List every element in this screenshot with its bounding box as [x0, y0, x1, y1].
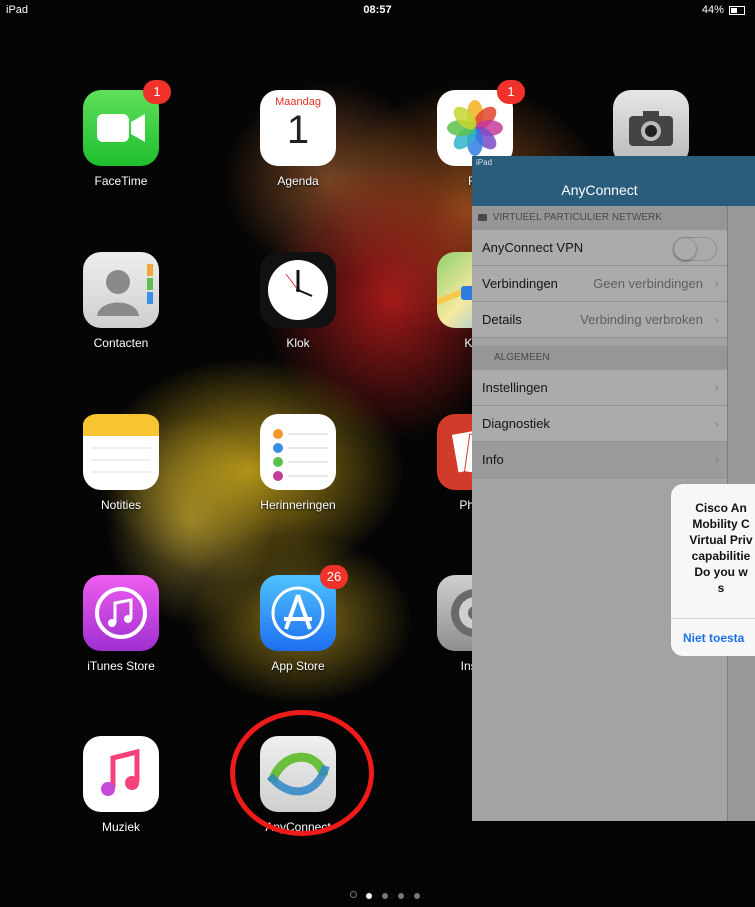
app-label: Herinneringen: [260, 498, 336, 512]
app-music[interactable]: Muziek: [66, 736, 176, 834]
app-label: Contacten: [93, 336, 149, 350]
panel-title: AnyConnect: [561, 182, 638, 198]
alert-line: Cisco An: [695, 501, 747, 515]
calendar-icon: Maandag 1: [260, 90, 336, 166]
app-label: iTunes Store: [87, 659, 155, 673]
app-label: App Store: [271, 659, 325, 673]
app-label: Klok: [286, 336, 310, 350]
battery-icon: [729, 5, 745, 15]
notification-badge: 1: [143, 80, 171, 104]
app-reminders[interactable]: Herinneringen: [243, 414, 353, 512]
facetime-icon: 1: [83, 80, 171, 166]
spotlight-search-icon: [350, 891, 357, 898]
app-app-store[interactable]: 26 App Store: [243, 565, 353, 673]
panel-header: iPad AnyConnect: [472, 156, 755, 206]
battery-percentage: 44%: [701, 4, 724, 16]
notes-icon: [83, 414, 159, 490]
alert-line: Mobility C: [692, 517, 750, 531]
page-indicator[interactable]: [350, 890, 430, 902]
page-dot: [414, 893, 420, 899]
app-store-icon: 26: [260, 565, 348, 651]
app-camera[interactable]: [596, 90, 706, 166]
app-itunes-store[interactable]: iTunes Store: [66, 575, 176, 673]
app-label: Agenda: [277, 174, 319, 188]
itunes-store-icon: [83, 575, 159, 651]
alert-line: Virtual Priv: [689, 533, 753, 547]
app-agenda[interactable]: Maandag 1 Agenda: [243, 90, 353, 188]
alert-line: capabilitie: [691, 549, 751, 563]
app-notes[interactable]: Notities: [66, 414, 176, 512]
alert-line: s: [717, 581, 725, 595]
alert-message: Cisco An Mobility C Virtual Priv capabil…: [671, 484, 755, 596]
reminders-icon: [260, 414, 336, 490]
alert-line: Do you w: [694, 565, 748, 579]
status-bar: iPad 08:57 44%: [0, 0, 755, 20]
photos-icon: 1: [437, 80, 525, 166]
clock-icon: [260, 252, 336, 328]
app-facetime[interactable]: 1 FaceTime: [66, 80, 176, 188]
calendar-day: 1: [286, 108, 310, 152]
app-label: Muziek: [101, 820, 140, 834]
permission-alert: Cisco An Mobility C Virtual Priv capabil…: [671, 484, 755, 656]
status-time: 08:57: [363, 4, 392, 16]
page-dot: [382, 893, 388, 899]
battery-indicator: 44%: [702, 4, 745, 16]
contacts-icon: [83, 252, 159, 328]
calendar-weekday: Maandag: [275, 96, 321, 108]
notification-badge: 26: [320, 565, 348, 589]
page-dot: [398, 893, 404, 899]
ipad-home-screen: iPad 08:57 44% 1 FaceTime Maandag 1 Agen…: [0, 0, 755, 907]
highlight-circle: [230, 710, 374, 836]
app-contacts[interactable]: Contacten: [66, 252, 176, 350]
notification-badge: 1: [497, 80, 525, 104]
panel-status-bar: iPad: [476, 158, 493, 167]
music-icon: [83, 736, 159, 812]
app-label: Notities: [100, 498, 141, 512]
camera-icon: [613, 90, 689, 166]
page-dot-active: [366, 893, 372, 899]
app-clock[interactable]: Klok: [243, 252, 353, 350]
app-label: FaceTime: [94, 174, 148, 188]
deny-button[interactable]: Niet toesta: [671, 618, 755, 656]
